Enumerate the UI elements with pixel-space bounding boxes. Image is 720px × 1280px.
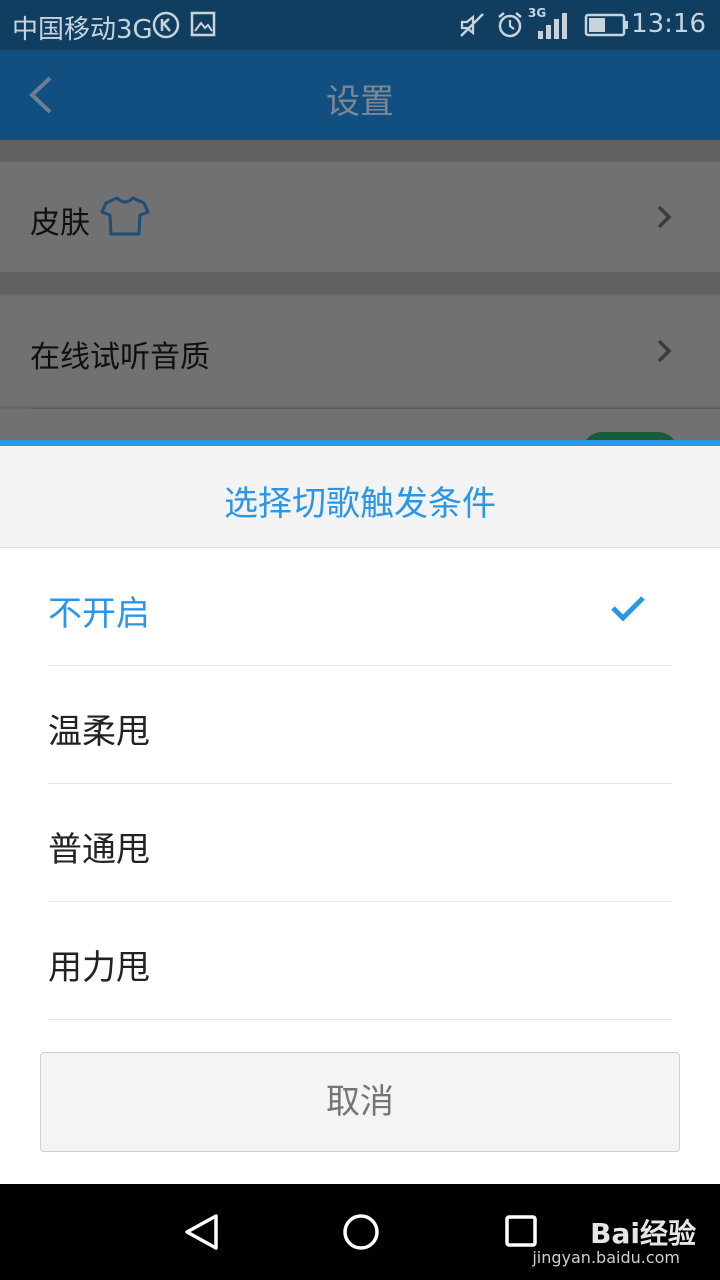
title-bar: 设置: [0, 50, 720, 140]
cancel-button[interactable]: 取消: [40, 1052, 680, 1152]
check-icon: [610, 594, 646, 622]
section-gap: [0, 140, 720, 162]
chevron-right-icon: [654, 336, 674, 366]
settings-item-audio-quality[interactable]: 在线试听音质: [0, 296, 720, 406]
recents-square-icon[interactable]: [504, 1214, 538, 1252]
shirt-icon: [100, 194, 150, 238]
baidu-watermark-url: jingyan.baidu.com: [532, 1248, 680, 1267]
switch-song-dialog: 选择切歌触发条件 不开启 温柔甩 普通甩 用力甩 取消: [0, 440, 720, 1184]
k-badge-icon: [152, 11, 180, 39]
alarm-icon: [496, 11, 524, 39]
chevron-right-icon: [654, 202, 674, 232]
signal-icon: [536, 11, 570, 39]
clock: 13:16: [631, 9, 706, 39]
section-gap: [0, 272, 720, 294]
page-title: 设置: [326, 82, 394, 122]
option-label: 普通甩: [48, 830, 150, 870]
home-circle-icon[interactable]: [342, 1213, 380, 1255]
dialog-title: 选择切歌触发条件: [224, 484, 496, 524]
settings-item-skin[interactable]: 皮肤: [0, 162, 720, 272]
settings-list: 皮肤 在线试听音质: [0, 140, 720, 472]
settings-item-label: 皮肤: [30, 206, 90, 241]
option-label: 温柔甩: [48, 712, 150, 752]
option-label: 不开启: [48, 594, 150, 634]
option-off[interactable]: 不开启: [48, 548, 672, 666]
image-icon: [190, 11, 216, 37]
settings-item-label: 在线试听音质: [30, 340, 210, 375]
navigation-bar: Bai经验 jingyan.baidu.com: [0, 1184, 720, 1280]
carrier-label: 中国移动3G: [12, 15, 153, 45]
mute-icon: [458, 11, 486, 39]
option-hard-shake[interactable]: 用力甩: [48, 902, 672, 1020]
status-bar: 中国移动3G 3G 13:16: [0, 0, 720, 50]
back-triangle-icon[interactable]: [182, 1212, 220, 1256]
option-label: 用力甩: [48, 948, 150, 988]
baidu-watermark: Bai经验: [590, 1217, 696, 1250]
option-normal-shake[interactable]: 普通甩: [48, 784, 672, 902]
option-gentle-shake[interactable]: 温柔甩: [48, 666, 672, 784]
battery-icon: [584, 13, 630, 37]
dialog-header: 选择切歌触发条件: [0, 446, 720, 548]
